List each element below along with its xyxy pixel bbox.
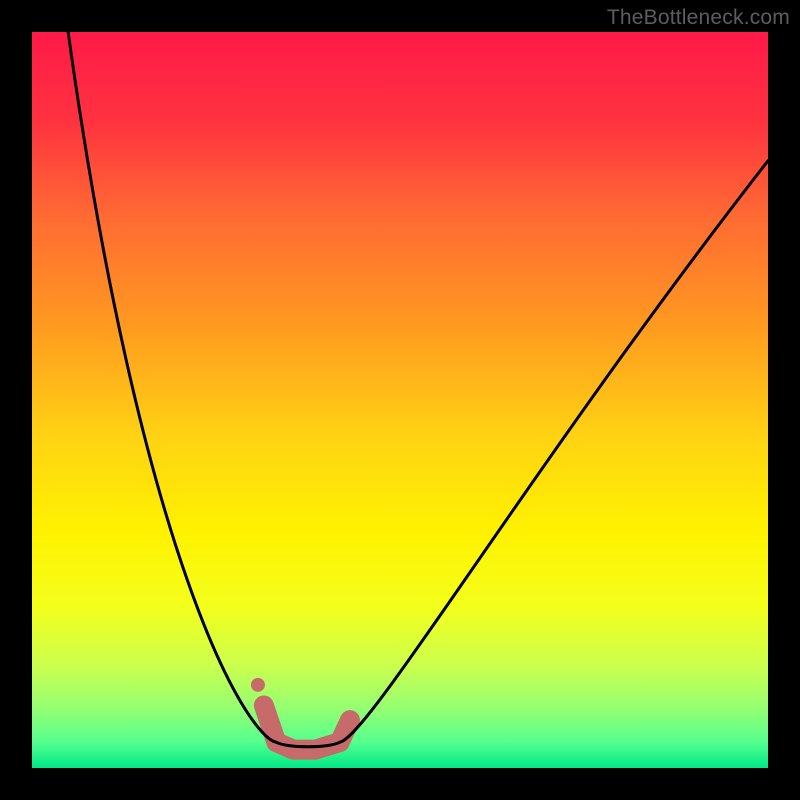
chart-frame: TheBottleneck.com xyxy=(0,0,800,800)
plot-area xyxy=(32,32,768,768)
bottleneck-curve xyxy=(65,32,768,747)
watermark-label: TheBottleneck.com xyxy=(607,6,790,30)
highlight-dot xyxy=(251,678,265,692)
curve-layer xyxy=(32,32,768,768)
